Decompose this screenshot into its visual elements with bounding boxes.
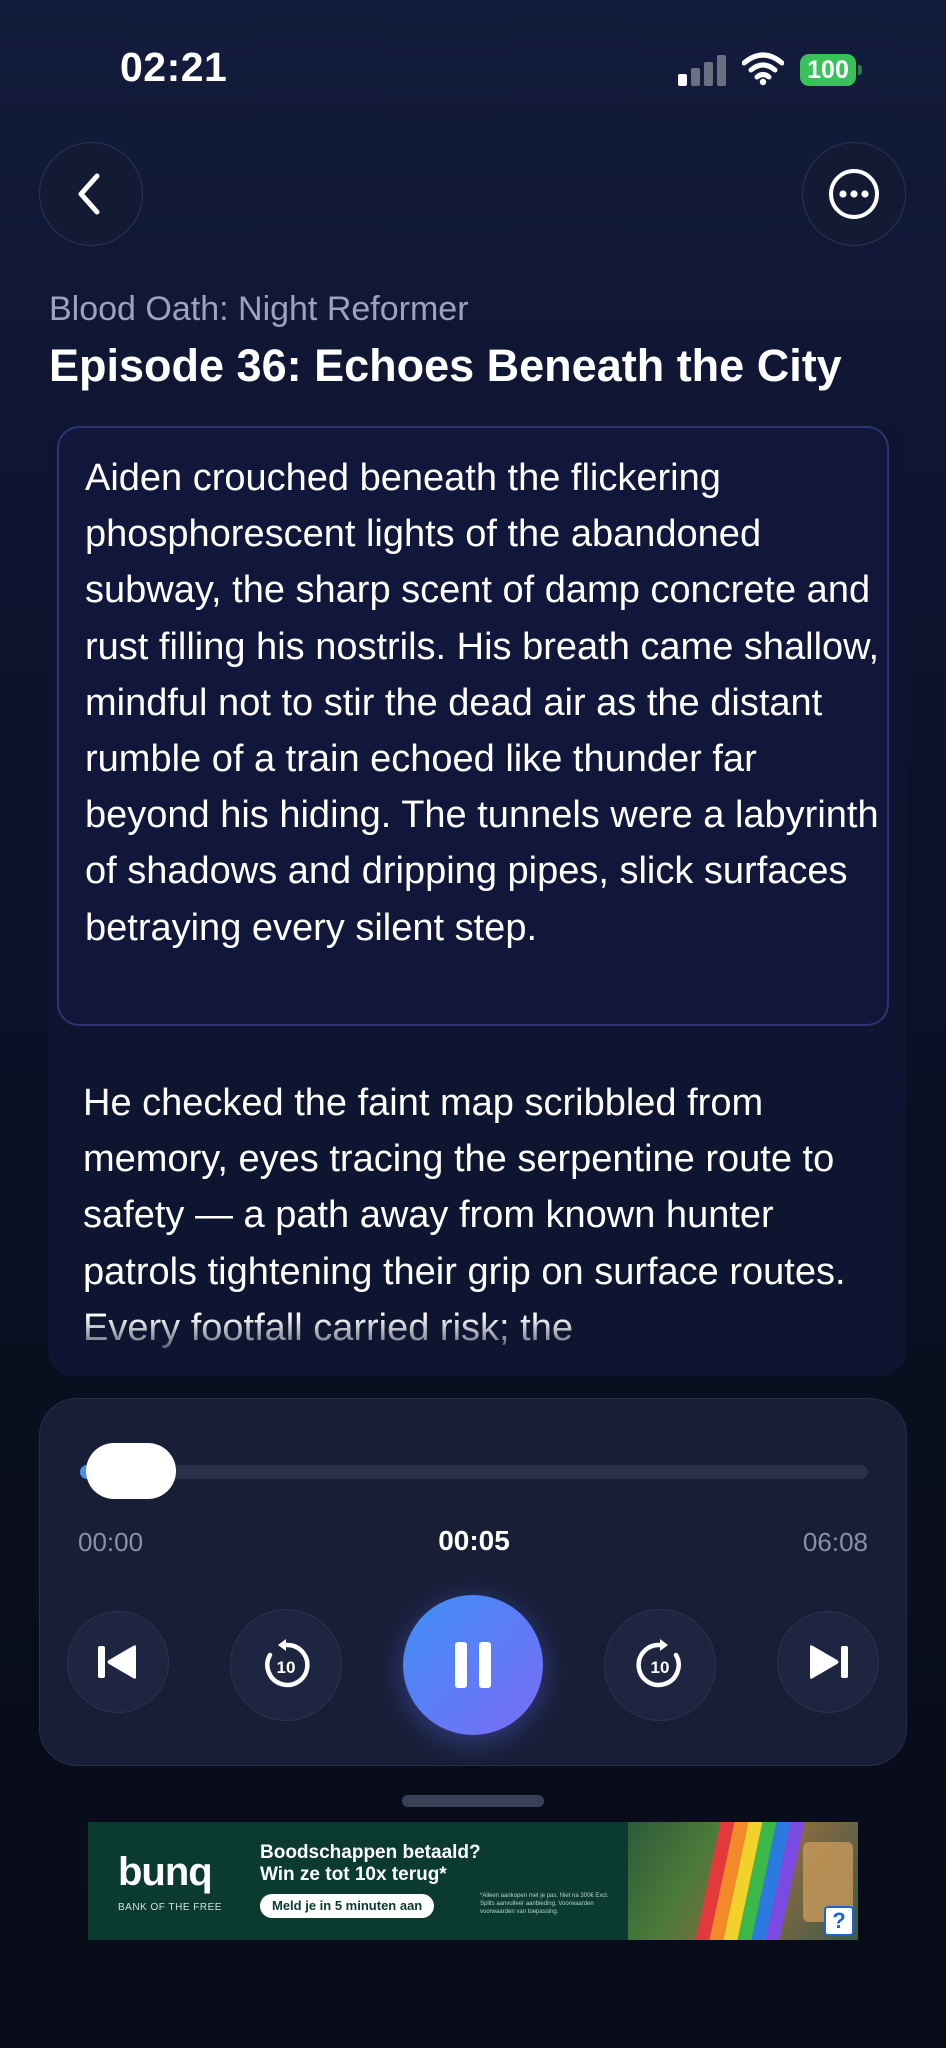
forward-10-icon: 10 <box>636 1639 681 1688</box>
ad-headline: Boodschappen betaald? <box>260 1842 481 1863</box>
rewind-seconds-label: 10 <box>277 1658 296 1677</box>
rewind-10-button[interactable]: 10 <box>230 1609 342 1721</box>
episode-title: Episode 36: Echoes Beneath the City <box>49 340 842 391</box>
forward-seconds-label: 10 <box>651 1658 670 1677</box>
story-text-panel[interactable]: Aiden crouched beneath the flickering ph… <box>48 426 906 1376</box>
progress-thumb[interactable] <box>86 1443 176 1499</box>
audio-player: 00:00 00:05 06:08 10 10 <box>39 1398 907 1766</box>
more-options-button[interactable] <box>802 142 906 246</box>
wifi-icon <box>742 52 784 86</box>
previous-track-button[interactable] <box>67 1611 169 1713</box>
forward-10-button[interactable]: 10 <box>604 1609 716 1721</box>
drag-handle[interactable] <box>402 1795 544 1807</box>
time-end: 06:08 <box>802 1527 868 1557</box>
back-button[interactable] <box>39 142 143 246</box>
ad-banner[interactable]: bunq BANK OF THE FREE Boodschappen betaa… <box>88 1822 858 1940</box>
highlighted-paragraph: Aiden crouched beneath the flickering ph… <box>57 426 889 1026</box>
battery-icon: 100 <box>800 54 862 86</box>
ad-info-icon[interactable]: ? <box>824 1906 854 1936</box>
ad-tagline: BANK OF THE FREE <box>118 1902 222 1913</box>
pause-icon <box>455 1642 491 1688</box>
series-title: Blood Oath: Night Reformer <box>49 290 469 328</box>
paragraph-text: Aiden crouched beneath the flickering ph… <box>85 457 880 949</box>
paragraph-text: He checked the faint map scribbled from … <box>83 1082 846 1349</box>
ad-cta-button[interactable]: Meld je in 5 minuten aan <box>260 1894 435 1918</box>
skip-next-icon <box>810 1645 848 1679</box>
ad-fine-print: *Alleen aankopen met je pas. Niet na 300… <box>480 1893 609 1915</box>
status-time: 02:21 <box>120 44 228 90</box>
skip-previous-icon <box>98 1645 136 1679</box>
progress-track[interactable] <box>80 1465 868 1479</box>
rewind-10-icon: 10 <box>265 1639 310 1688</box>
chevron-left-icon <box>78 173 100 215</box>
time-current: 00:05 <box>438 1525 510 1556</box>
ad-subheadline: Win ze tot 10x terug* <box>260 1864 447 1885</box>
more-horizontal-icon <box>829 169 879 219</box>
pause-button[interactable] <box>403 1595 543 1735</box>
cellular-signal-icon <box>678 54 726 86</box>
battery-level: 100 <box>800 54 856 86</box>
next-track-button[interactable] <box>777 1611 879 1713</box>
ad-brand-logo: bunq <box>118 1850 213 1894</box>
